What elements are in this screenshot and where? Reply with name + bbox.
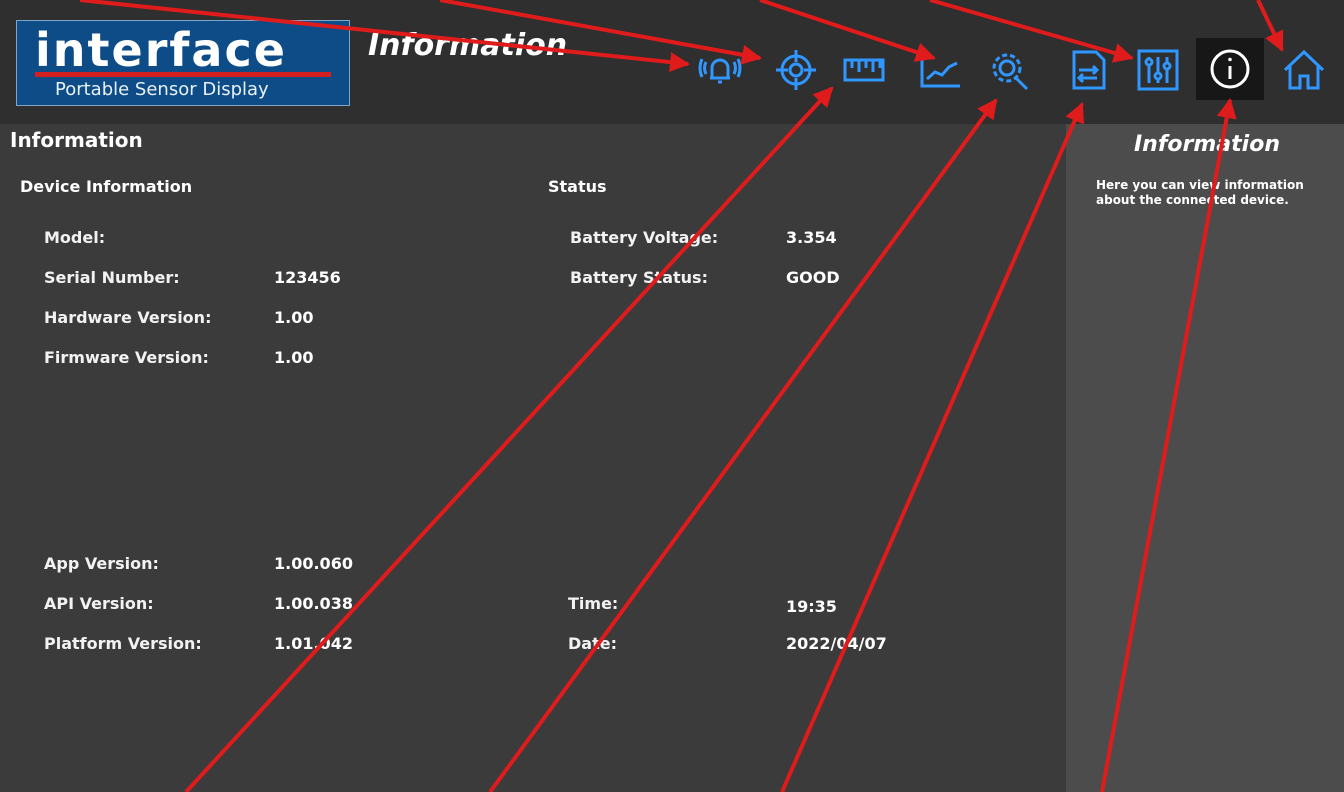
arrow-to-settings-icon xyxy=(488,98,998,792)
page-header-title: Information xyxy=(368,28,568,63)
info-icon[interactable] xyxy=(1196,38,1264,100)
app-screen: interface Portable Sensor Display Inform… xyxy=(0,0,1344,792)
arrow-to-ruler-icon xyxy=(184,86,834,792)
platform-version-value: 1.01.042 xyxy=(274,634,353,653)
date-label: Date: xyxy=(568,634,617,653)
time-value: 19:35 xyxy=(786,597,837,616)
firmware-version-label: Firmware Version: xyxy=(44,348,209,367)
logo-wordmark: interface xyxy=(35,23,287,77)
help-panel xyxy=(1066,124,1344,792)
home-icon[interactable] xyxy=(1278,42,1330,98)
settings-icon[interactable] xyxy=(984,42,1036,98)
sliders-icon[interactable] xyxy=(1132,42,1184,98)
battery-voltage-value: 3.354 xyxy=(786,228,837,247)
model-label: Model: xyxy=(44,228,106,247)
content-title: Information xyxy=(10,128,143,152)
time-label: Time: xyxy=(568,594,619,613)
api-version-value: 1.00.038 xyxy=(274,594,353,613)
serial-number-value: 123456 xyxy=(274,268,341,287)
file-transfer-icon[interactable] xyxy=(1062,42,1114,98)
top-bar: interface Portable Sensor Display Inform… xyxy=(0,0,1344,124)
serial-number-label: Serial Number: xyxy=(44,268,180,287)
alarm-icon[interactable] xyxy=(694,42,746,98)
app-version-value: 1.00.060 xyxy=(274,554,353,573)
hardware-version-label: Hardware Version: xyxy=(44,308,212,327)
platform-version-label: Platform Version: xyxy=(44,634,202,653)
battery-status-label: Battery Status: xyxy=(570,268,708,287)
ruler-icon[interactable] xyxy=(838,42,890,98)
help-title: Information xyxy=(1134,132,1280,157)
logo-subtitle: Portable Sensor Display xyxy=(55,79,269,100)
brand-logo: interface Portable Sensor Display xyxy=(16,20,350,106)
target-icon[interactable] xyxy=(770,42,822,98)
hardware-version-value: 1.00 xyxy=(274,308,314,327)
device-info-heading: Device Information xyxy=(20,177,193,196)
battery-voltage-label: Battery Voltage: xyxy=(570,228,719,247)
battery-status-value: GOOD xyxy=(786,268,840,287)
status-heading: Status xyxy=(548,177,607,196)
date-value: 2022/04/07 xyxy=(786,634,887,653)
api-version-label: API Version: xyxy=(44,594,154,613)
logo-underline xyxy=(35,72,331,77)
arrow-to-file-transfer-icon xyxy=(780,102,1084,792)
firmware-version-value: 1.00 xyxy=(274,348,314,367)
help-text: Here you can view information about the … xyxy=(1096,178,1304,207)
chart-icon[interactable] xyxy=(914,42,966,98)
app-version-label: App Version: xyxy=(44,554,159,573)
